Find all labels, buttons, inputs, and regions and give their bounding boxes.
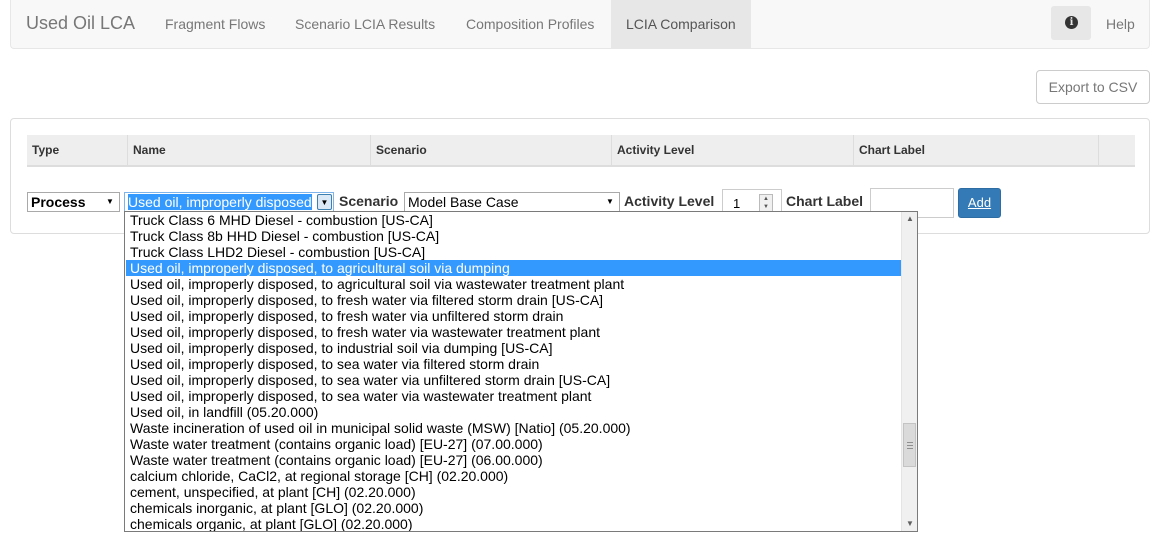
dropdown-option[interactable]: Truck Class 8b HHD Diesel - combustion [… [126, 228, 901, 244]
dropdown-option[interactable]: Truck Class LHD2 Diesel - combustion [US… [126, 244, 901, 260]
dropdown-option[interactable]: Used oil, improperly disposed, to fresh … [126, 324, 901, 340]
scenario-select-value: Model Base Case [408, 194, 519, 210]
dropdown-scrollbar[interactable]: ▲ ▼ [901, 212, 917, 531]
column-header-chart-label: Chart Label [854, 135, 1099, 165]
type-select-value: Process [31, 194, 86, 210]
spinner-up-icon[interactable]: ▲ [760, 195, 772, 203]
scenario-label: Scenario [339, 193, 399, 209]
dropdown-option[interactable]: chemicals inorganic, at plant [GLO] (02.… [126, 500, 901, 516]
table-header: Type Name Scenario Activity Level Chart … [27, 135, 1135, 167]
dropdown-option[interactable]: Used oil, improperly disposed, to indust… [126, 340, 901, 356]
scenario-select[interactable]: Model Base Case ▼ [404, 192, 620, 212]
info-circle-icon: i [1065, 16, 1078, 29]
dropdown-option[interactable]: Used oil, improperly disposed, to agricu… [126, 276, 901, 292]
nav-lcia-comparison[interactable]: LCIA Comparison [611, 0, 751, 48]
column-header-type: Type [27, 135, 128, 165]
spinner-down-icon[interactable]: ▼ [760, 203, 772, 211]
dropdown-option-highlighted[interactable]: Used oil, improperly disposed, to agricu… [126, 260, 901, 276]
dropdown-option[interactable]: Waste water treatment (contains organic … [126, 452, 901, 468]
type-select[interactable]: Process ▼ [27, 192, 120, 212]
scroll-down-icon[interactable]: ▼ [902, 517, 917, 531]
dropdown-option[interactable]: Waste incineration of used oil in munici… [126, 420, 901, 436]
dropdown-option[interactable]: Truck Class 6 MHD Diesel - combustion [U… [126, 212, 901, 228]
activity-level-spinner[interactable]: ▲ ▼ [759, 194, 773, 212]
export-csv-button[interactable]: Export to CSV [1036, 70, 1150, 104]
dropdown-option[interactable]: Used oil, improperly disposed, to sea wa… [126, 356, 901, 372]
dropdown-option[interactable]: chemicals organic, at plant [GLO] (02.20… [126, 516, 901, 531]
help-link[interactable]: Help [1106, 0, 1135, 48]
column-header-name: Name [128, 135, 371, 165]
chevron-down-icon: ▼ [106, 197, 114, 206]
dropdown-option[interactable]: cement, unspecified, at plant [CH] (02.2… [126, 484, 901, 500]
column-header-activity-level: Activity Level [612, 135, 854, 165]
name-select[interactable]: Used oil, improperly disposed ▼ [124, 192, 334, 212]
activity-level-label: Activity Level [624, 193, 715, 209]
dropdown-option[interactable]: calcium chloride, CaCl2, at regional sto… [126, 468, 901, 484]
dropdown-option[interactable]: Used oil, improperly disposed, to fresh … [126, 292, 901, 308]
scroll-up-icon[interactable]: ▲ [902, 212, 917, 226]
dropdown-option[interactable]: Used oil, improperly disposed, to sea wa… [126, 372, 901, 388]
nav-fragment-flows[interactable]: Fragment Flows [150, 0, 280, 48]
top-navbar: Used Oil LCA Fragment Flows Scenario LCI… [10, 0, 1150, 49]
chart-label-label: Chart Label [786, 193, 864, 209]
dropdown-option[interactable]: Used oil, in landfill (05.20.000) [126, 404, 901, 420]
nav-scenario-lcia-results[interactable]: Scenario LCIA Results [280, 0, 450, 48]
name-dropdown-list: Truck Class 6 MHD Diesel - combustion [U… [124, 211, 918, 532]
column-header-scenario: Scenario [371, 135, 612, 165]
nav-composition-profiles[interactable]: Composition Profiles [451, 0, 609, 48]
dropdown-option[interactable]: Used oil, improperly disposed, to sea wa… [126, 388, 901, 404]
dropdown-option[interactable]: Used oil, improperly disposed, to fresh … [126, 308, 901, 324]
activity-level-value: 1 [733, 196, 741, 211]
info-button[interactable]: i [1051, 6, 1091, 40]
app-brand[interactable]: Used Oil LCA [26, 13, 135, 34]
dropdown-option[interactable]: Waste water treatment (contains organic … [126, 436, 901, 452]
chevron-down-icon: ▼ [606, 197, 614, 206]
scrollbar-thumb[interactable] [903, 423, 916, 467]
name-select-value: Used oil, improperly disposed [128, 194, 312, 210]
chevron-down-icon[interactable]: ▼ [317, 194, 332, 210]
add-button[interactable]: Add [958, 188, 1001, 218]
